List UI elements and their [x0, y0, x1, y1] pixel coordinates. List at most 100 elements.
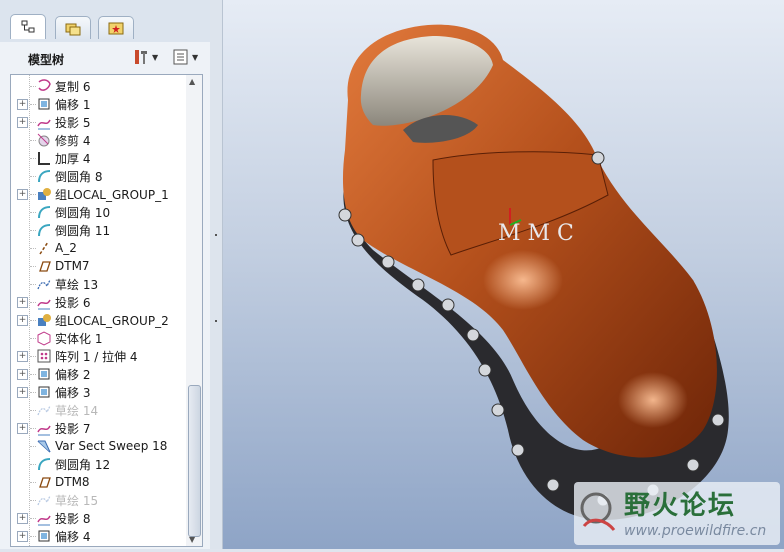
- model-tree-tab[interactable]: [10, 14, 46, 39]
- highlight: [483, 250, 563, 310]
- star-folder-icon: [108, 22, 124, 35]
- tree-item[interactable]: 复制 6: [11, 77, 187, 95]
- tree-item[interactable]: + 偏移 1: [11, 95, 187, 113]
- tree-item[interactable]: + 投影 8: [11, 509, 187, 527]
- tree-item-label: 草绘 13: [55, 277, 99, 292]
- chevron-down-icon: ▼: [152, 52, 159, 62]
- tree-item[interactable]: + 投影 6: [11, 293, 187, 311]
- thicken-feature-icon: [38, 152, 50, 165]
- scroll-down-icon[interactable]: ▼: [189, 535, 195, 544]
- tree-item[interactable]: + 偏移 4: [11, 527, 187, 545]
- watermark-title: 野火论坛: [624, 491, 737, 521]
- pattern-feature-icon: [37, 349, 51, 363]
- tree-item-label: 投影 6: [55, 295, 91, 310]
- watermark-url: www.proewildfire.cn: [624, 523, 767, 539]
- tree-scrollbar[interactable]: ▲ ▼: [186, 74, 203, 547]
- tree-item[interactable]: DTM7: [11, 257, 187, 275]
- tree-item[interactable]: + 投影 5: [11, 113, 187, 131]
- expand-toggle-icon[interactable]: +: [17, 423, 28, 434]
- datum-plane-icon: [39, 261, 51, 272]
- tree-item-label: 偏移 4: [55, 529, 91, 544]
- tree-item[interactable]: 倒圆角 11: [11, 221, 187, 239]
- tree-item-label: 组LOCAL_GROUP_1: [55, 187, 169, 202]
- graphics-window[interactable]: M M C: [223, 0, 784, 549]
- expand-toggle-icon[interactable]: +: [17, 297, 28, 308]
- expand-toggle-icon[interactable]: +: [17, 513, 28, 524]
- tree-item[interactable]: 倒圆角 8: [11, 167, 187, 185]
- tree-show-button[interactable]: ▼: [172, 47, 198, 67]
- panel-splitter[interactable]: [210, 0, 223, 549]
- datum-axis-icon: [39, 241, 49, 255]
- model-tree-title: 模型树: [28, 53, 65, 67]
- folders-icon: [65, 23, 81, 36]
- tree-item-label: 倒圆角 11: [55, 223, 111, 238]
- tree-item[interactable]: + 投影 7: [11, 419, 187, 437]
- tree-item[interactable]: + 偏移 2: [11, 365, 187, 383]
- favorites-tab[interactable]: [98, 16, 134, 39]
- tree-item[interactable]: Var Sect Sweep 18: [11, 437, 187, 455]
- forum-logo-icon: [580, 492, 616, 532]
- sketch-feature-icon: [37, 405, 51, 416]
- tree-item[interactable]: 倒圆角 10: [11, 203, 187, 221]
- tree-item-label: Var Sect Sweep 18: [55, 439, 168, 453]
- solidify-feature-icon: [37, 331, 51, 346]
- scroll-up-icon[interactable]: ▲: [189, 77, 195, 86]
- projection-feature-icon: [37, 119, 51, 130]
- list-view-icon: [173, 49, 188, 65]
- sketch-feature-icon: [37, 495, 51, 506]
- expand-toggle-icon[interactable]: +: [17, 531, 28, 542]
- tree-item[interactable]: + 偏移 3: [11, 383, 187, 401]
- round-feature-icon: [38, 170, 51, 183]
- round-feature-icon: [38, 224, 51, 237]
- shoe-model: M M C: [338, 24, 729, 520]
- offset-feature-icon: [38, 98, 50, 110]
- offset-feature-icon: [38, 368, 50, 380]
- grip-icon: [215, 234, 217, 236]
- tree-item[interactable]: + 阵列 1 / 拉伸 4: [11, 347, 187, 365]
- scroll-thumb[interactable]: [188, 385, 201, 537]
- tree-item[interactable]: 倒圆角 12: [11, 455, 187, 473]
- copy-feature-icon: [38, 79, 51, 91]
- tree-item[interactable]: 加厚 4: [11, 149, 187, 167]
- round-feature-icon: [38, 206, 51, 219]
- tree-item-label: DTM8: [55, 475, 90, 489]
- expand-toggle-icon[interactable]: +: [17, 189, 28, 200]
- tree-item-label: 修剪 4: [55, 133, 91, 148]
- trim-feature-icon: [37, 133, 50, 147]
- expand-toggle-icon[interactable]: +: [17, 387, 28, 398]
- tree-item[interactable]: 实体化 1: [11, 329, 187, 347]
- tree-item-label: 复制 6: [55, 79, 91, 94]
- tree-item[interactable]: 草绘 13: [11, 275, 187, 293]
- expand-toggle-icon[interactable]: +: [17, 117, 28, 128]
- group-feature-icon: [38, 314, 51, 326]
- chevron-down-icon: ▼: [192, 52, 199, 62]
- tree-item[interactable]: 草绘 14: [11, 401, 187, 419]
- tree-item-label: 投影 8: [55, 511, 91, 526]
- tree-item[interactable]: + 组LOCAL_GROUP_1: [11, 185, 187, 203]
- tree-item[interactable]: 草绘 15: [11, 491, 187, 509]
- tree-item[interactable]: 修剪 4: [11, 131, 187, 149]
- expand-toggle-icon[interactable]: +: [17, 315, 28, 326]
- tree-item-label: 倒圆角 8: [55, 169, 103, 184]
- tree-settings-button[interactable]: ▼: [132, 47, 158, 67]
- expand-toggle-icon[interactable]: +: [17, 351, 28, 362]
- tree-item-label: 加厚 4: [55, 151, 91, 166]
- projection-feature-icon: [37, 515, 51, 526]
- expand-toggle-icon[interactable]: +: [17, 369, 28, 380]
- tree-item[interactable]: A_2: [11, 239, 187, 257]
- tools-icon: [135, 50, 147, 64]
- tree-item[interactable]: + 组LOCAL_GROUP_2: [11, 311, 187, 329]
- expand-toggle-icon[interactable]: +: [17, 99, 28, 110]
- sketch-feature-icon: [37, 279, 51, 290]
- model-tree-toolbar: 模型树 ▼ ▼: [0, 42, 210, 72]
- navigator-tabs: [0, 0, 210, 42]
- tree-item-label: 草绘 14: [55, 403, 99, 418]
- folder-browser-tab[interactable]: [55, 16, 91, 39]
- tree-item[interactable]: DTM8: [11, 473, 187, 491]
- tree-item-label: 倒圆角 12: [55, 457, 111, 472]
- forum-watermark: 野火论坛 www.proewildfire.cn: [574, 482, 780, 545]
- projection-feature-icon: [37, 299, 51, 310]
- tree-item-label: 投影 7: [55, 421, 91, 436]
- grip-icon: [215, 320, 217, 322]
- tree-item-label: DTM7: [55, 259, 90, 273]
